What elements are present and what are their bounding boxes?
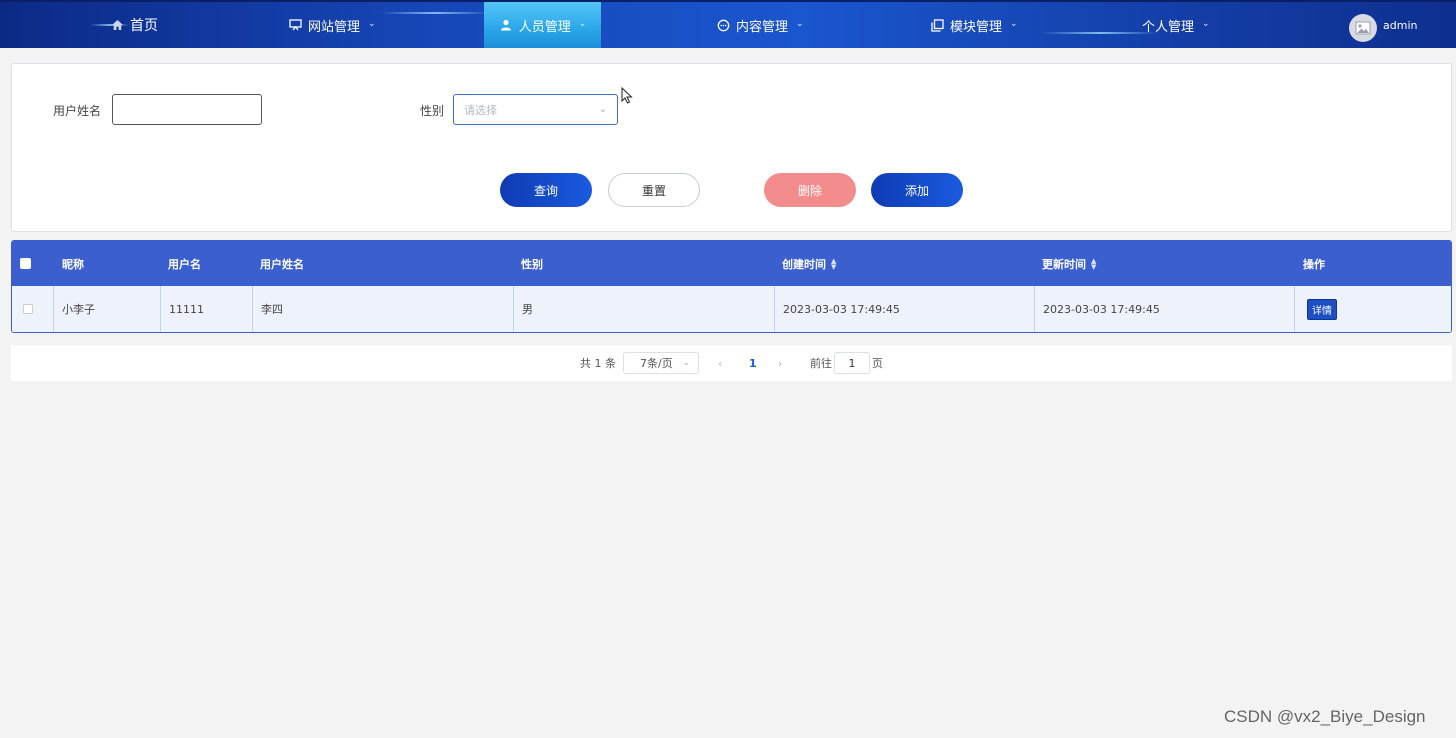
cell-username: 11111 (160, 286, 252, 332)
header-updated-label: 更新时间 (1042, 257, 1086, 271)
cell-gender: 男 (513, 286, 774, 332)
chevron-down-icon: ⌄ (796, 19, 804, 29)
user-icon (499, 18, 513, 32)
avatar[interactable] (1349, 14, 1377, 42)
total-count: 共 1 条 (580, 357, 616, 370)
detail-button[interactable]: 详情 (1307, 298, 1337, 320)
reset-button[interactable]: 重置 (608, 173, 700, 207)
page-suffix: 页 (872, 357, 883, 370)
header-created[interactable]: 创建时间 ▲ ▼ (782, 241, 836, 286)
user-table: 昵称 用户名 用户姓名 性别 创建时间 ▲ ▼ 更新时间 ▲ ▼ 操作 小李子 11… (11, 240, 1452, 333)
chevron-down-icon: ⌄ (1010, 19, 1018, 29)
watermark: CSDN @vx2_Biye_Design (1224, 707, 1426, 726)
chevron-down-icon: ⌄ (682, 358, 690, 368)
username-input[interactable] (112, 94, 262, 125)
goto-page-input[interactable]: 1 (834, 352, 870, 374)
row-checkbox[interactable] (23, 304, 33, 314)
nav-content-label: 内容管理 (736, 19, 789, 35)
nav-item-personal-mgmt[interactable]: 个人管理 ⌄ (1142, 2, 1210, 48)
gender-select[interactable]: 请选择 ⌄ (453, 94, 618, 125)
sort-icon[interactable]: ▲ ▼ (831, 257, 836, 270)
chevron-down-icon: ⌄ (368, 19, 376, 29)
header-created-label: 创建时间 (782, 257, 826, 271)
cell-realname: 李四 (252, 286, 513, 332)
nav-module-label: 模块管理 (950, 19, 1003, 35)
cell-nickname: 小李子 (53, 286, 160, 332)
copy-icon (930, 18, 944, 32)
pagination: 共 1 条 7条/页 ⌄ ‹ 1 › 前往 1 页 (11, 345, 1452, 381)
header-actions: 操作 (1303, 257, 1325, 271)
header-nickname: 昵称 (62, 257, 84, 271)
nav-home-label: 首页 (130, 18, 158, 34)
chevron-down-icon: ⌄ (598, 104, 607, 115)
table-row: 小李子 11111 李四 男 2023-03-03 17:49:45 2023-… (12, 286, 1451, 332)
header-realname: 用户姓名 (260, 257, 304, 271)
chevron-down-icon: ⌄ (578, 19, 587, 29)
add-button[interactable]: 添加 (871, 173, 963, 207)
header-updated[interactable]: 更新时间 ▲ ▼ (1042, 241, 1096, 286)
nav-staff-label: 人员管理 (518, 19, 571, 35)
image-icon (1355, 21, 1371, 35)
prev-page-icon[interactable]: ‹ (718, 345, 722, 381)
username-label[interactable]: admin (1383, 19, 1417, 32)
query-button[interactable]: 查询 (500, 173, 592, 207)
top-navbar: 首页 网站管理 ⌄ 人员管理 ⌄ 内容管理 ⌄ 模块管理 ⌄ 个人管理 ⌄ ad (0, 0, 1456, 48)
cell-updated: 2023-03-03 17:49:45 (1034, 286, 1294, 332)
page-number[interactable]: 1 (749, 345, 757, 381)
search-panel: 用户姓名 性别 请选择 ⌄ 查询 重置 删除 添加 (11, 63, 1452, 232)
nav-item-staff-mgmt[interactable]: 人员管理 ⌄ (484, 2, 601, 48)
chat-icon (716, 18, 730, 32)
nav-item-home[interactable]: 首页 (110, 2, 158, 48)
cell-actions: 详情 (1294, 286, 1451, 332)
chevron-down-icon: ⌄ (1202, 19, 1210, 29)
goto-label: 前往 (810, 357, 832, 370)
gender-select-placeholder: 请选择 (464, 103, 497, 117)
select-all-checkbox[interactable] (20, 258, 31, 269)
nav-item-content-mgmt[interactable]: 内容管理 ⌄ (716, 2, 804, 48)
nav-item-module-mgmt[interactable]: 模块管理 ⌄ (930, 2, 1018, 48)
gender-field-label: 性别 (420, 104, 445, 118)
next-page-icon[interactable]: › (778, 345, 782, 381)
page-size-select[interactable]: 7条/页 ⌄ (623, 352, 699, 374)
header-gender: 性别 (521, 257, 543, 271)
nav-personal-label: 个人管理 (1142, 19, 1195, 35)
monitor-icon (288, 18, 302, 32)
sort-icon[interactable]: ▲ ▼ (1091, 257, 1096, 270)
username-field-label: 用户姓名 (53, 104, 102, 118)
cell-created: 2023-03-03 17:49:45 (774, 286, 1034, 332)
delete-button[interactable]: 删除 (764, 173, 856, 207)
nav-website-label: 网站管理 (308, 19, 361, 35)
header-username: 用户名 (168, 257, 201, 271)
nav-item-website-mgmt[interactable]: 网站管理 ⌄ (288, 2, 376, 48)
home-icon (110, 18, 124, 32)
mouse-cursor-icon (621, 87, 633, 104)
page-size-value: 7条/页 (640, 357, 673, 370)
table-header: 昵称 用户名 用户姓名 性别 创建时间 ▲ ▼ 更新时间 ▲ ▼ 操作 (12, 241, 1451, 286)
